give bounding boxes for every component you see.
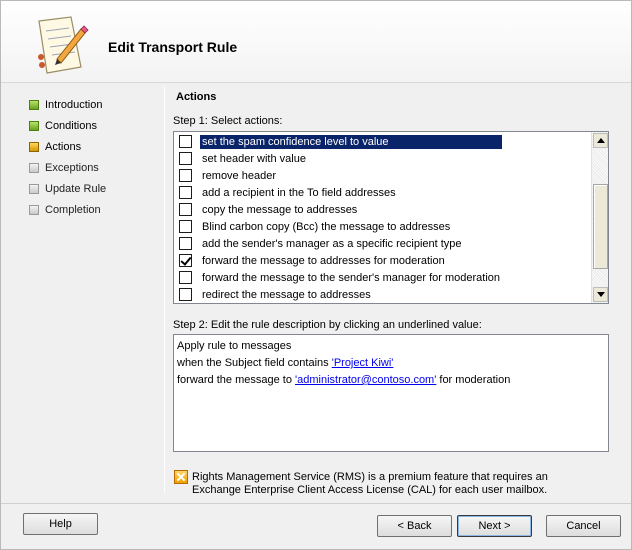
action-checkbox[interactable] <box>179 220 192 233</box>
nav-divider <box>164 87 165 493</box>
wizard-header: Edit Transport Rule <box>1 1 631 83</box>
action-checkbox[interactable] <box>179 203 192 216</box>
action-label: copy the message to addresses <box>202 203 358 216</box>
step1-label: Step 1: Select actions: <box>173 115 283 127</box>
scroll-up-button[interactable] <box>593 133 608 148</box>
rule-description-box: Apply rule to messages when the Subject … <box>173 334 609 452</box>
nav-step-label: Completion <box>45 203 101 216</box>
step-pending-icon <box>29 162 39 173</box>
action-checkbox[interactable] <box>179 288 192 301</box>
step-complete-icon <box>29 120 39 131</box>
nav-step-actions[interactable]: Actions <box>29 136 159 157</box>
wizard-title: Edit Transport Rule <box>108 39 238 55</box>
action-checkbox[interactable] <box>179 186 192 199</box>
action-label: add the sender's manager as a specific r… <box>202 237 462 250</box>
rule-document-icon <box>38 16 89 74</box>
nav-step-label: Conditions <box>45 119 97 132</box>
step-pending-icon <box>29 204 39 215</box>
action-label: remove header <box>202 169 276 182</box>
action-item[interactable]: forward the message to addresses for mod… <box>179 252 591 269</box>
nav-step-completion[interactable]: Completion <box>29 199 159 220</box>
premium-feature-icon <box>174 470 188 484</box>
subject-value-link[interactable]: 'Project Kiwi' <box>332 357 394 369</box>
action-item[interactable]: set header with value <box>179 150 591 167</box>
action-item[interactable]: Blind carbon copy (Bcc) the message to a… <box>179 218 591 235</box>
action-item[interactable]: add a recipient in the To field addresse… <box>179 184 591 201</box>
nav-step-label: Exceptions <box>45 161 99 174</box>
action-label: forward the message to the sender's mana… <box>202 271 501 284</box>
description-line: forward the message to 'administrator@co… <box>177 372 605 389</box>
arrow-down-icon <box>596 292 605 297</box>
action-label: set header with value <box>202 152 306 165</box>
description-text: when the Subject field contains <box>177 357 332 369</box>
action-checkbox[interactable] <box>179 135 192 148</box>
action-label: Blind carbon copy (Bcc) the message to a… <box>202 220 451 233</box>
arrow-up-icon <box>596 138 605 143</box>
action-item[interactable]: copy the message to addresses <box>179 201 591 218</box>
nav-step-label: Actions <box>45 140 82 153</box>
action-item[interactable]: add the sender's manager as a specific r… <box>179 235 591 252</box>
action-label: redirect the message to addresses <box>202 288 371 301</box>
step-pending-icon <box>29 183 39 194</box>
actions-checkbox-list[interactable]: set the spam confidence level to value s… <box>173 131 609 304</box>
description-line: when the Subject field contains 'Project… <box>177 355 605 372</box>
help-button[interactable]: Help <box>23 513 98 535</box>
action-checkbox[interactable] <box>179 152 192 165</box>
nav-step-exceptions[interactable]: Exceptions <box>29 157 159 178</box>
action-item[interactable]: redirect the message to addresses <box>179 286 591 303</box>
address-value-link[interactable]: 'administrator@contoso.com' <box>295 374 436 386</box>
description-text: forward the message to <box>177 374 296 386</box>
edit-transport-rule-window: Edit Transport Rule Introduction Conditi… <box>0 0 632 550</box>
action-item[interactable]: forward the message to the sender's mana… <box>179 269 591 286</box>
description-line: Apply rule to messages <box>177 340 292 352</box>
action-label: set the spam confidence level to value <box>200 134 502 149</box>
section-heading: Actions <box>176 91 217 103</box>
step-current-icon <box>29 141 39 152</box>
step2-label: Step 2: Edit the rule description by cli… <box>173 319 482 331</box>
back-button[interactable]: < Back <box>377 515 452 537</box>
footer-divider <box>1 503 631 504</box>
action-checkbox[interactable] <box>179 169 192 182</box>
nav-step-conditions[interactable]: Conditions <box>29 115 159 136</box>
rms-info-text: Rights Management Service (RMS) is a pre… <box>192 471 548 496</box>
nav-step-introduction[interactable]: Introduction <box>29 94 159 115</box>
actions-scrollbar[interactable] <box>591 132 608 303</box>
step-complete-icon <box>29 99 39 110</box>
wizard-steps-nav: Introduction Conditions Actions Exceptio… <box>29 94 159 220</box>
action-item[interactable]: remove header <box>179 167 591 184</box>
action-checkbox[interactable] <box>179 237 192 250</box>
nav-step-update-rule[interactable]: Update Rule <box>29 178 159 199</box>
next-button[interactable]: Next > <box>457 515 532 537</box>
nav-step-label: Update Rule <box>45 182 107 195</box>
cancel-button[interactable]: Cancel <box>546 515 621 537</box>
nav-step-label: Introduction <box>45 98 103 111</box>
scrollbar-thumb[interactable] <box>593 184 608 269</box>
action-checkbox[interactable] <box>179 271 192 284</box>
action-checkbox[interactable] <box>179 254 192 267</box>
scroll-down-button[interactable] <box>593 287 608 302</box>
action-label: forward the message to addresses for mod… <box>202 254 445 267</box>
action-item[interactable]: set the spam confidence level to value <box>179 133 591 150</box>
action-label: add a recipient in the To field addresse… <box>202 186 396 199</box>
description-text: for moderation <box>436 374 511 386</box>
